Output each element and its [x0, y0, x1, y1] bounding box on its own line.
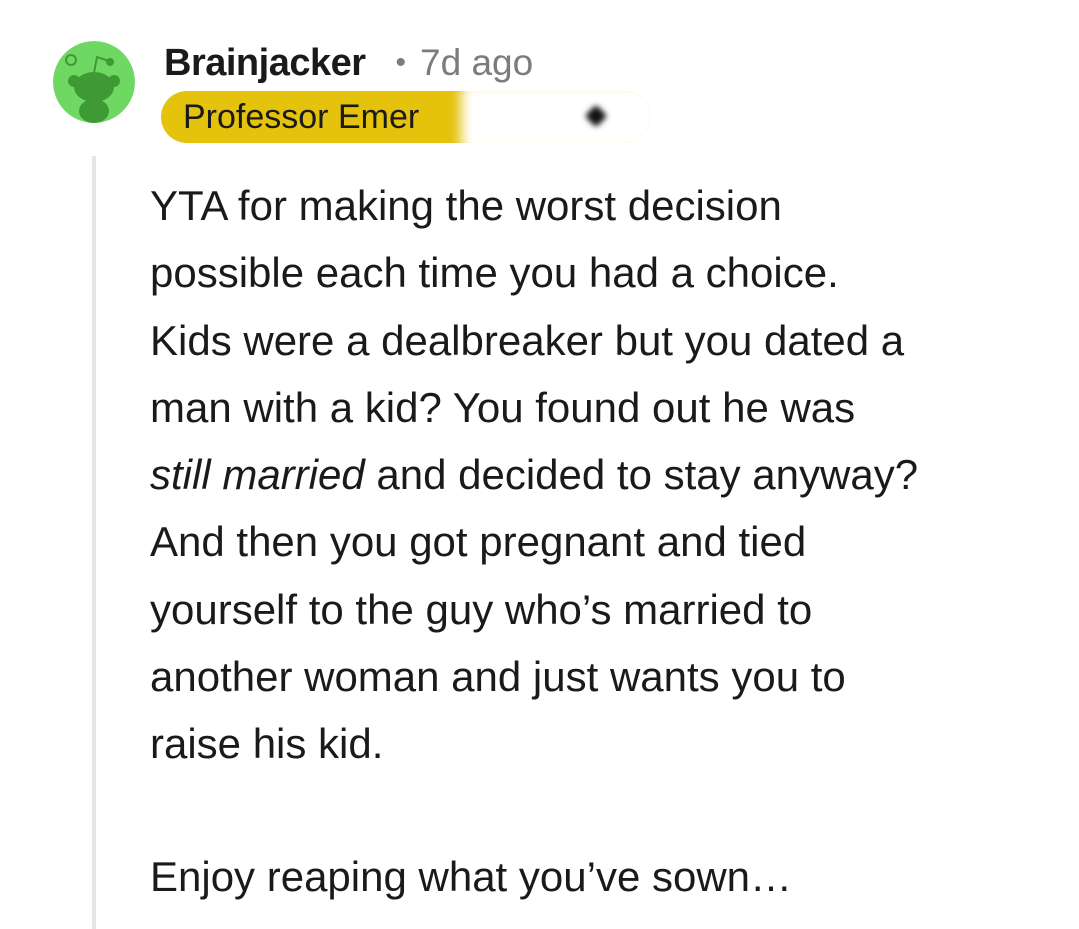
comment-paragraph: YTA for making the worst decision possib… — [150, 172, 1050, 778]
body-line: yourself to the guy who’s married to — [150, 585, 813, 633]
user-flair[interactable]: Professor Emer — [161, 91, 650, 143]
comment-timestamp[interactable]: 7d ago — [420, 42, 533, 84]
body-line: Kids were a dealbreaker but you dated a — [150, 316, 905, 364]
body-line: YTA for making the worst decision — [150, 182, 782, 229]
body-line: and decided to stay anyway? — [364, 451, 919, 499]
separator-dot: • — [395, 46, 407, 79]
body-line: another woman and just wants you to — [150, 653, 846, 701]
comment-body: YTA for making the worst decision possib… — [150, 172, 1050, 910]
user-avatar[interactable] — [53, 41, 135, 123]
body-line: man with a kid? You found out he was — [150, 383, 856, 431]
body-line: Enjoy reaping what you’ve sown… — [150, 852, 793, 900]
italic-emphasis: still married — [150, 451, 365, 499]
comment-header: Brainjacker • 7d ago — [164, 38, 533, 88]
flair-text: Professor Emer — [183, 98, 420, 136]
snoo-avatar-icon — [53, 41, 135, 123]
thread-collapse-line[interactable] — [92, 156, 96, 929]
body-line: raise his kid. — [150, 720, 384, 768]
body-line: possible each time you had a choice. — [150, 249, 839, 297]
username-link[interactable]: Brainjacker — [164, 42, 366, 85]
comment-paragraph: Enjoy reaping what you’ve sown… — [150, 843, 1050, 910]
body-line: And then you got pregnant and tied — [150, 518, 807, 566]
flair-redaction — [461, 91, 650, 143]
redaction-mark — [583, 103, 609, 129]
